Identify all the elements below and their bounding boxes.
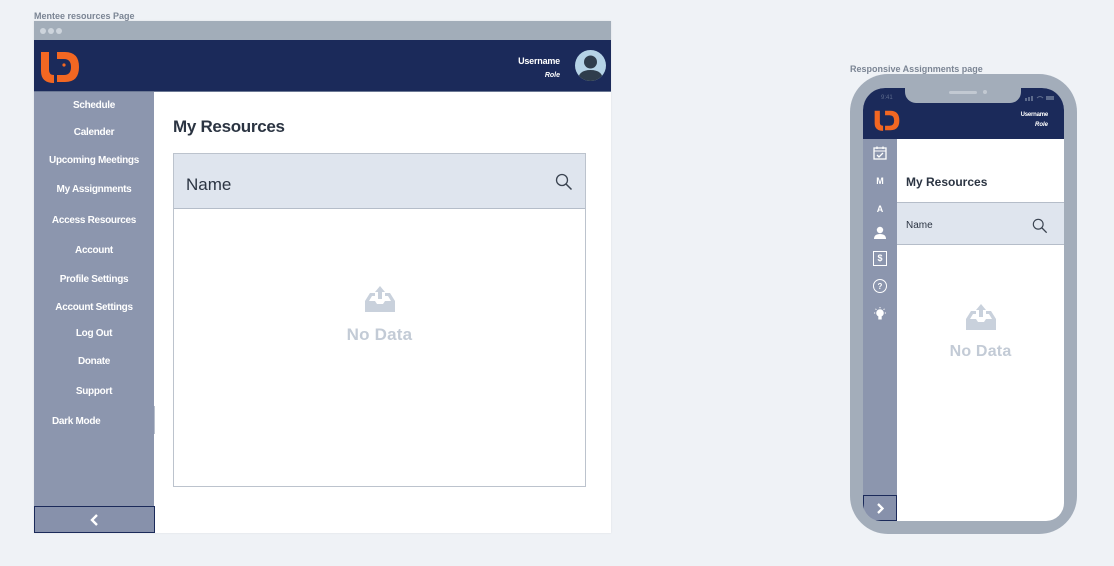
table-header: Name xyxy=(174,154,585,209)
inbox-upload-icon xyxy=(965,304,996,330)
sidebar-item-support[interactable]: Support xyxy=(34,386,154,397)
sidebar-item-access-resources[interactable]: Access Resources xyxy=(34,215,154,226)
mobile-header: 9:41 Username Role xyxy=(863,88,1064,139)
user-info: Username Role xyxy=(1020,112,1049,128)
chevron-right-icon xyxy=(877,502,884,514)
role-label: Role xyxy=(544,72,560,79)
status-time: 9:41 xyxy=(881,95,893,101)
inbox-upload-icon xyxy=(364,286,395,312)
user-info: Username Role xyxy=(518,56,560,79)
mobile-sidebar: M A $ ? xyxy=(863,139,897,521)
sidebar-item-my-assignments[interactable]: My Assignments xyxy=(34,184,154,195)
logo-icon[interactable] xyxy=(40,51,80,88)
empty-state: No Data xyxy=(897,303,1064,361)
person-icon[interactable] xyxy=(863,225,897,239)
search-icon[interactable] xyxy=(1032,218,1048,239)
avatar[interactable] xyxy=(575,50,606,81)
role-label: Role xyxy=(1034,122,1048,128)
help-icon[interactable]: ? xyxy=(863,278,897,294)
no-data-label: No Data xyxy=(949,343,1012,360)
collapse-sidebar-button[interactable] xyxy=(34,506,155,533)
lightbulb-icon[interactable] xyxy=(863,306,897,322)
column-header-name[interactable]: Name xyxy=(906,220,933,231)
window-dot xyxy=(56,28,62,34)
calendar-check-icon[interactable] xyxy=(863,145,897,161)
mobile-frame-label: Responsive Assignments page xyxy=(850,64,983,74)
column-header-name[interactable]: Name xyxy=(186,175,231,195)
sidebar-item-account-settings[interactable]: Account Settings xyxy=(34,302,154,313)
sidebar: Schedule Calender Upcoming Meetings My A… xyxy=(34,92,155,533)
help-sign: ? xyxy=(873,279,887,293)
expand-sidebar-button[interactable] xyxy=(863,495,897,521)
phone-notch xyxy=(905,88,1021,103)
window-dot xyxy=(40,28,46,34)
dollar-icon[interactable]: $ xyxy=(863,250,897,266)
status-icons xyxy=(1025,95,1055,103)
resources-table: Name No Data xyxy=(173,153,586,487)
chevron-left-icon xyxy=(90,513,98,526)
sidebar-item-upcoming-meetings[interactable]: Upcoming Meetings xyxy=(34,155,154,166)
search-icon[interactable] xyxy=(555,173,573,196)
sidebar-item-profile-settings[interactable]: Profile Settings xyxy=(34,274,154,285)
no-data-label: No Data xyxy=(346,325,413,344)
sidebar-item-log-out[interactable]: Log Out xyxy=(34,328,154,339)
letter-m-icon[interactable]: M xyxy=(863,174,897,188)
dollar-sign: $ xyxy=(873,250,887,266)
letter-a-icon[interactable]: A xyxy=(863,202,897,216)
empty-state: No Data xyxy=(174,285,585,345)
sidebar-item-account[interactable]: Account xyxy=(34,245,154,256)
phone-frame: 9:41 Username Role M A $ ? My Resources … xyxy=(850,74,1077,534)
main-content: My Resources Name No Data xyxy=(154,92,611,533)
logo-icon[interactable] xyxy=(874,110,900,136)
phone-screen: 9:41 Username Role M A $ ? My Resources … xyxy=(863,88,1064,521)
desktop-frame-label: Mentee resources Page xyxy=(34,11,135,21)
window-chrome xyxy=(34,21,611,40)
sidebar-item-donate[interactable]: Donate xyxy=(34,356,154,367)
page-title: My Resources xyxy=(173,117,285,136)
top-header: Username Role xyxy=(34,40,611,92)
sidebar-item-dark-mode[interactable]: Dark Mode xyxy=(34,416,154,427)
sidebar-item-calender[interactable]: Calender xyxy=(34,127,154,138)
username-label: Username xyxy=(518,56,560,66)
table-header: Name xyxy=(897,202,1064,245)
sidebar-item-schedule[interactable]: Schedule xyxy=(34,100,154,111)
page-title: My Resources xyxy=(906,175,988,189)
desktop-frame: Username Role Schedule Calender Upcoming… xyxy=(34,21,611,533)
username-label: Username xyxy=(1020,112,1049,118)
window-dot xyxy=(48,28,54,34)
signal-battery-icon xyxy=(1025,96,1054,101)
